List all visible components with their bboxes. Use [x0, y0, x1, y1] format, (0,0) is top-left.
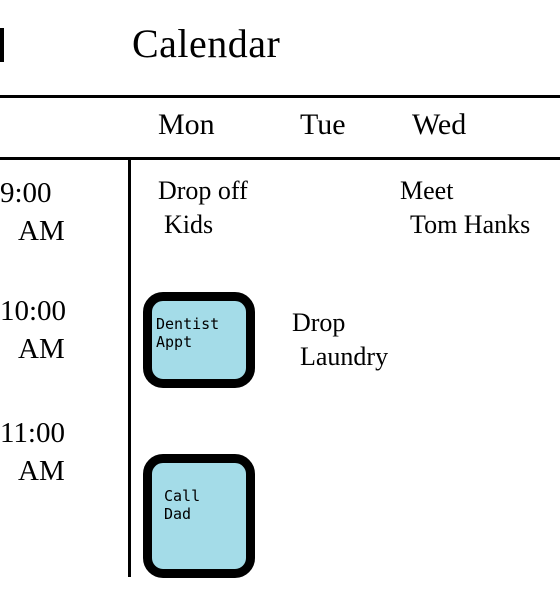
- time-column-divider: [128, 157, 131, 577]
- sticky-note-call-dad[interactable]: Call Dad: [143, 454, 255, 578]
- time-hour: 11:00: [0, 417, 65, 449]
- sticky-line: Dad: [164, 505, 192, 523]
- time-ampm: AM: [18, 215, 65, 247]
- time-slot-11am: 11:00 AM: [0, 414, 65, 490]
- time-hour: 9:00: [0, 177, 52, 209]
- header-divider: [0, 95, 560, 98]
- day-header-divider: [0, 157, 560, 160]
- sticky-line: Dentist: [156, 315, 220, 333]
- event-meet-tom-hanks[interactable]: Meet Tom Hanks: [400, 174, 530, 242]
- day-header-tue[interactable]: Tue: [300, 108, 346, 142]
- window-edge-mark: [0, 28, 4, 62]
- event-line: Laundry: [300, 342, 389, 371]
- event-line: Kids: [164, 210, 214, 239]
- day-header-mon[interactable]: Mon: [158, 108, 215, 142]
- event-drop-laundry[interactable]: Drop Laundry: [292, 306, 388, 374]
- event-line: Tom Hanks: [410, 210, 531, 239]
- time-ampm: AM: [18, 333, 65, 365]
- event-line: Meet: [400, 176, 454, 205]
- time-ampm: AM: [18, 455, 65, 487]
- event-line: Drop: [292, 308, 346, 337]
- time-slot-10am: 10:00 AM: [0, 292, 66, 368]
- time-slot-9am: 9:00 AM: [0, 174, 65, 250]
- day-header-wed[interactable]: Wed: [412, 108, 466, 142]
- sticky-line: Appt: [156, 333, 193, 351]
- page-title: Calendar: [132, 21, 281, 66]
- time-hour: 10:00: [0, 295, 67, 327]
- sticky-note-dentist-appt[interactable]: Dentist Appt: [143, 292, 255, 388]
- sticky-line: Call: [164, 487, 201, 505]
- event-drop-off-kids[interactable]: Drop off Kids: [158, 174, 248, 242]
- event-line: Drop off: [158, 176, 248, 205]
